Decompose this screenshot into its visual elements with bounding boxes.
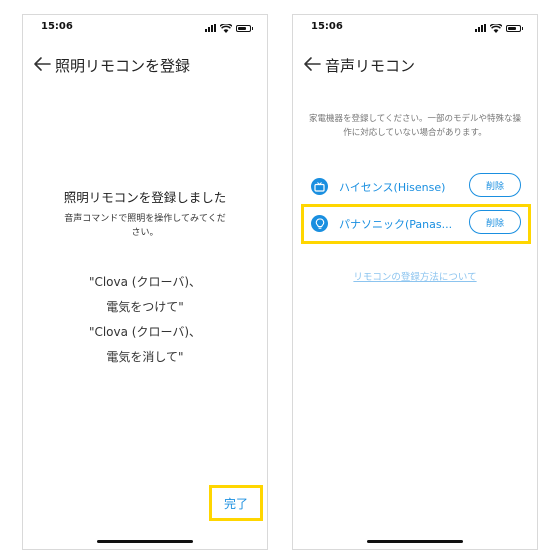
device-name: ハイセンス(Hisense) <box>339 181 446 194</box>
left-phone-screen: 15:06 照明リモコンを登録 照明リモコンを登録しました 音声コマンドで照明を… <box>22 14 268 550</box>
back-arrow-icon[interactable] <box>303 56 321 72</box>
device-name: パナソニック(Panas... <box>339 218 453 231</box>
tv-icon <box>311 178 328 195</box>
delete-button[interactable]: 削除 <box>469 173 521 197</box>
status-bar: 15:06 <box>23 15 267 39</box>
lightbulb-icon <box>311 215 328 232</box>
delete-button[interactable]: 削除 <box>469 210 521 234</box>
header: 照明リモコンを登録 <box>23 53 267 77</box>
status-bar: 15:06 <box>293 15 537 39</box>
device-row-hisense[interactable]: ハイセンス(Hisense) 削除 <box>293 171 537 201</box>
info-text: 家電機器を登録してください。一部のモデルや特殊な操作に対応していない場合がありま… <box>309 114 521 138</box>
page-title: 音声リモコン <box>325 57 416 75</box>
battery-icon <box>506 24 523 32</box>
status-icons <box>475 23 523 33</box>
registration-subtext: 音声コマンドで照明を操作してみてください。 <box>64 214 226 238</box>
device-row-panasonic[interactable]: パナソニック(Panas... 削除 <box>293 208 537 238</box>
done-button[interactable]: 完了 <box>209 485 263 521</box>
signal-icon <box>475 24 486 32</box>
status-icons <box>205 23 253 33</box>
home-indicator <box>97 540 193 543</box>
voice-command-line: "Clova (クローバ)、 <box>88 325 202 339</box>
status-time: 15:06 <box>311 21 343 32</box>
wifi-icon <box>220 23 232 33</box>
registration-complete-heading: 照明リモコンを登録しました <box>63 190 227 205</box>
voice-command-line: 電気を消して" <box>106 350 184 364</box>
right-phone-screen: 15:06 音声リモコン 家電機器を登録してください。一部のモデルや特殊な操作に… <box>292 14 538 550</box>
registration-help-link[interactable]: リモコンの登録方法について <box>293 269 537 283</box>
signal-icon <box>205 24 216 32</box>
battery-icon <box>236 24 253 32</box>
voice-command-line: 電気をつけて" <box>106 300 184 314</box>
page-title: 照明リモコンを登録 <box>55 57 191 75</box>
wifi-icon <box>490 23 502 33</box>
back-arrow-icon[interactable] <box>33 56 51 72</box>
header: 音声リモコン <box>293 53 537 77</box>
voice-command-line: "Clova (クローバ)、 <box>88 275 202 289</box>
status-time: 15:06 <box>41 21 73 32</box>
home-indicator <box>367 540 463 543</box>
